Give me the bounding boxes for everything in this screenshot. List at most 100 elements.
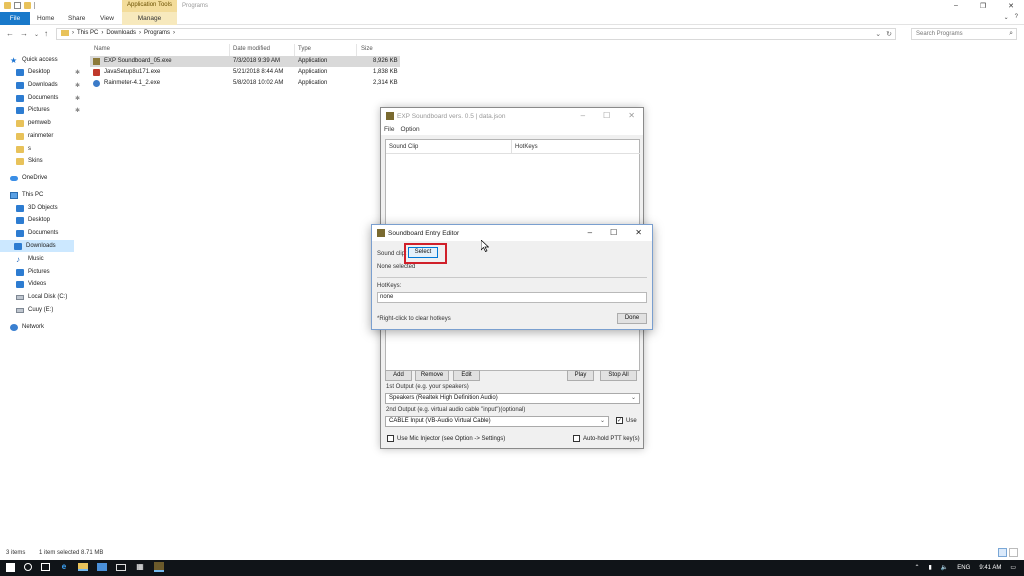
table-row[interactable]: EXP Soundboard_05.exe 7/3/2018 9:39 AM A… bbox=[90, 56, 400, 67]
stop-all-button[interactable]: Stop All bbox=[600, 370, 637, 381]
nav-network[interactable]: Network bbox=[10, 321, 84, 333]
nav-skins[interactable]: Skins bbox=[16, 155, 84, 167]
minimize-icon[interactable]: – bbox=[581, 111, 585, 120]
add-button[interactable]: Add bbox=[385, 370, 412, 381]
back-arrow-icon[interactable]: ← bbox=[6, 29, 14, 38]
download-icon bbox=[16, 81, 24, 89]
output2-select[interactable]: CABLE Input (VB-Audio Virtual Cable) ⌄ bbox=[385, 416, 609, 427]
nav-onedrive[interactable]: OneDrive bbox=[10, 172, 84, 184]
task-view-icon[interactable] bbox=[41, 563, 50, 571]
search-box[interactable]: Search Programs ⌕ bbox=[911, 28, 1017, 40]
forward-arrow-icon[interactable]: → bbox=[20, 29, 28, 38]
nav-this-pc[interactable]: This PC bbox=[10, 189, 84, 201]
chevron-up-icon[interactable]: ⌃ bbox=[914, 564, 919, 571]
maximize-icon[interactable]: ☐ bbox=[603, 111, 610, 120]
nav-pictures-pc[interactable]: Pictures bbox=[16, 266, 84, 278]
folder-icon bbox=[4, 2, 11, 9]
app-icon[interactable]: ▦ bbox=[135, 562, 145, 572]
nav-cuuy-drive[interactable]: Cuuy (E:) bbox=[16, 304, 84, 316]
clock[interactable]: 9:41 AM bbox=[979, 565, 1001, 571]
expand-ribbon-icon[interactable]: ⌄ bbox=[1004, 14, 1009, 21]
large-icons-view-icon[interactable] bbox=[1009, 548, 1018, 557]
nav-rainmeter[interactable]: rainmeter bbox=[16, 130, 84, 142]
up-arrow-icon[interactable]: ↑ bbox=[44, 29, 48, 38]
nav-pictures[interactable]: Pictures ✱ bbox=[16, 104, 84, 116]
output1-select[interactable]: Speakers (Realtek High Definition Audio)… bbox=[385, 393, 640, 404]
nav-documents-pc[interactable]: Documents bbox=[16, 227, 84, 239]
use-output2-checkbox[interactable]: ✓ Use bbox=[616, 417, 637, 424]
mic-injector-checkbox[interactable]: Use Mic Injector (see Option -> Settings… bbox=[387, 435, 505, 442]
recent-chevron-icon[interactable]: ⌄ bbox=[34, 31, 39, 38]
volume-icon[interactable]: 🔈 bbox=[941, 564, 948, 571]
nav-local-disk[interactable]: Local Disk (C:) bbox=[16, 291, 84, 303]
file-explorer-icon[interactable] bbox=[78, 563, 88, 571]
language-indicator[interactable]: ENG bbox=[957, 565, 970, 571]
menu-option[interactable]: Option bbox=[400, 124, 419, 135]
column-divider[interactable] bbox=[356, 44, 357, 56]
breadcrumb-this-pc[interactable]: This PC bbox=[77, 30, 98, 36]
tab-file[interactable]: File bbox=[0, 12, 30, 25]
nav-pemweb[interactable]: pemweb bbox=[16, 117, 84, 129]
edit-button[interactable]: Edit bbox=[453, 370, 480, 381]
nav-downloads-pc[interactable]: Downloads bbox=[0, 240, 74, 252]
dropdown-chevron-icon[interactable]: ⌄ bbox=[875, 30, 881, 38]
column-divider[interactable] bbox=[294, 44, 295, 56]
close-icon[interactable]: ✕ bbox=[635, 228, 642, 237]
windows-start-icon[interactable] bbox=[6, 562, 15, 572]
done-button[interactable]: Done bbox=[617, 313, 647, 324]
menu-file[interactable]: File bbox=[384, 124, 394, 135]
notifications-icon[interactable]: ▭ bbox=[1010, 564, 1016, 571]
tab-view[interactable]: View bbox=[100, 12, 114, 25]
help-icon[interactable]: ? bbox=[1015, 14, 1018, 21]
nav-3d-objects[interactable]: 3D Objects bbox=[16, 202, 84, 214]
file-list-header: Name Date modified Type Size bbox=[90, 44, 410, 56]
search-icon[interactable] bbox=[24, 563, 32, 571]
network-icon[interactable]: ▮ bbox=[929, 564, 932, 571]
column-header-name[interactable]: Name bbox=[94, 46, 110, 52]
column-header-size[interactable]: Size bbox=[361, 46, 373, 52]
tab-share[interactable]: Share bbox=[68, 12, 85, 25]
column-header-hotkeys[interactable]: HotKeys bbox=[512, 140, 640, 154]
properties-icon[interactable] bbox=[14, 2, 21, 9]
nav-downloads[interactable]: Downloads ✱ bbox=[16, 79, 84, 91]
column-header-type[interactable]: Type bbox=[298, 46, 311, 52]
column-divider[interactable] bbox=[229, 44, 230, 56]
details-view-icon[interactable] bbox=[998, 548, 1007, 557]
hotkeys-input[interactable]: none bbox=[377, 292, 647, 303]
mail-icon[interactable] bbox=[116, 563, 126, 571]
close-icon[interactable]: ✕ bbox=[628, 111, 635, 120]
edge-browser-icon[interactable]: e bbox=[59, 562, 69, 572]
maximize-icon[interactable]: ❐ bbox=[980, 2, 986, 10]
breadcrumb-downloads[interactable]: Downloads bbox=[106, 30, 136, 36]
nav-s[interactable]: s bbox=[16, 143, 84, 155]
minimize-icon[interactable]: – bbox=[588, 228, 592, 237]
minimize-icon[interactable]: – bbox=[954, 2, 958, 10]
nav-desktop[interactable]: Desktop ✱ bbox=[16, 66, 84, 78]
remove-button[interactable]: Remove bbox=[415, 370, 449, 381]
play-button[interactable]: Play bbox=[567, 370, 594, 381]
refresh-icon[interactable]: ↻ bbox=[886, 30, 892, 38]
cursor-arrow-icon bbox=[481, 240, 489, 252]
nav-desktop-pc[interactable]: Desktop bbox=[16, 214, 84, 226]
nav-documents[interactable]: Documents ✱ bbox=[16, 92, 84, 104]
tab-manage[interactable]: Manage bbox=[122, 12, 177, 25]
store-icon[interactable] bbox=[97, 563, 107, 571]
column-header-sound-clip[interactable]: Sound Clip bbox=[386, 140, 512, 154]
soundboard-titlebar[interactable]: EXP Soundboard vers. 0.5 | data.json – ☐… bbox=[381, 108, 643, 124]
table-row[interactable]: JavaSetup8u171.exe 5/21/2018 8:44 AM App… bbox=[90, 67, 410, 78]
close-icon[interactable]: ✕ bbox=[1008, 2, 1014, 10]
breadcrumb-programs[interactable]: Programs bbox=[144, 30, 170, 36]
soundboard-taskbar-icon[interactable] bbox=[154, 562, 164, 572]
maximize-icon[interactable]: ☐ bbox=[610, 228, 617, 237]
nav-videos[interactable]: Videos bbox=[16, 278, 84, 290]
entry-editor-titlebar[interactable]: Soundboard Entry Editor – ☐ ✕ bbox=[372, 225, 652, 241]
table-row[interactable]: Rainmeter-4.1_2.exe 5/8/2018 10:02 AM Ap… bbox=[90, 78, 410, 89]
tab-home[interactable]: Home bbox=[37, 12, 54, 25]
auto-hold-ptt-checkbox[interactable]: Auto-hold PTT key(s) bbox=[573, 435, 640, 442]
nav-quick-access[interactable]: ★ Quick access bbox=[10, 54, 84, 66]
address-bar[interactable]: › This PC › Downloads › Programs › ⌄ ↻ bbox=[56, 28, 896, 40]
new-folder-icon[interactable] bbox=[24, 2, 31, 9]
select-button[interactable]: Select bbox=[408, 247, 438, 258]
column-header-date[interactable]: Date modified bbox=[233, 46, 270, 52]
nav-music[interactable]: ♪ Music bbox=[16, 253, 84, 265]
